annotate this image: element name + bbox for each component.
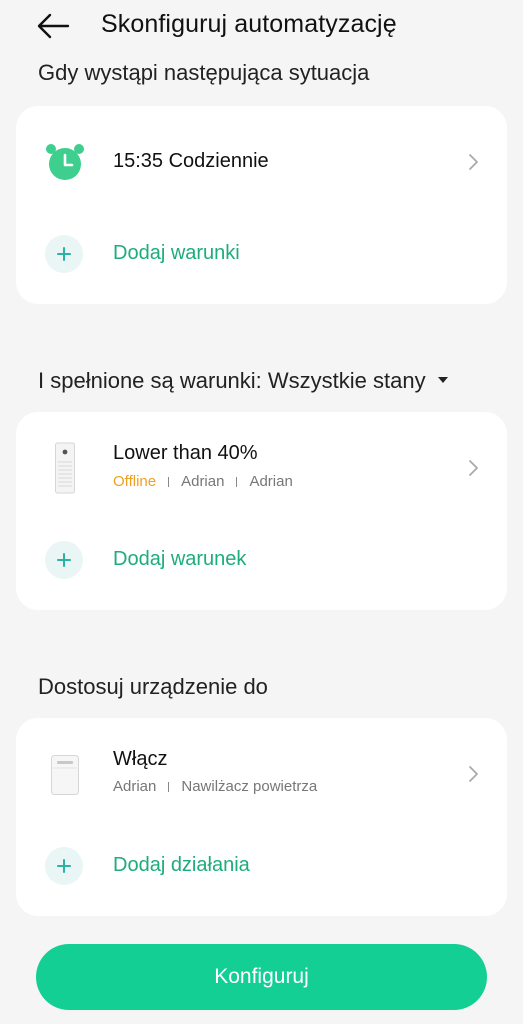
room-name: Adrian: [181, 473, 225, 490]
chevron-right-icon: [467, 764, 481, 784]
home-name: Adrian: [249, 473, 293, 490]
add-action-label: Dodaj działania: [113, 854, 250, 876]
header-bar: Skonfiguruj automatyzację: [0, 0, 523, 54]
action-item-row[interactable]: Włącz Adrian Nawilżacz powietrza: [16, 734, 507, 814]
condition-mode-label: I spełnione są warunki: Wszystkie stany: [38, 368, 426, 393]
plus-icon: [45, 235, 83, 273]
device-name: Nawilżacz powietrza: [181, 778, 318, 795]
offline-status: Offline: [113, 473, 157, 490]
plus-icon: [45, 847, 83, 885]
configure-button[interactable]: Konfiguruj: [36, 944, 487, 1010]
chevron-right-icon: [467, 152, 481, 172]
plus-icon: [45, 541, 83, 579]
chevron-right-icon: [467, 458, 481, 478]
condition-section-title[interactable]: I spełnione są warunki: Wszystkie stany: [38, 368, 448, 394]
action-card: Włącz Adrian Nawilżacz powietrza Dodaj d…: [16, 718, 507, 916]
add-trigger-row[interactable]: Dodaj warunki: [16, 214, 507, 294]
air-purifier-icon: [54, 442, 76, 494]
back-arrow-icon[interactable]: [36, 12, 72, 40]
configure-button-label: Konfiguruj: [214, 965, 309, 988]
trigger-section-title: Gdy wystąpi następująca sytuacja: [38, 60, 370, 85]
humidifier-icon: [50, 754, 80, 796]
caret-down-icon: [437, 377, 448, 384]
add-action-row[interactable]: Dodaj działania: [16, 826, 507, 906]
separator: [236, 476, 238, 487]
add-condition-row[interactable]: Dodaj warunek: [16, 520, 507, 600]
condition-label: Lower than 40%: [113, 442, 258, 464]
action-section-title: Dostosuj urządzenie do: [38, 674, 268, 699]
separator: [168, 781, 170, 792]
condition-card: Lower than 40% Offline Adrian Adrian Dod…: [16, 412, 507, 610]
add-condition-label: Dodaj warunek: [113, 548, 247, 570]
alarm-clock-icon: [45, 142, 85, 182]
condition-item-row[interactable]: Lower than 40% Offline Adrian Adrian: [16, 428, 507, 508]
add-trigger-label: Dodaj warunki: [113, 242, 240, 264]
condition-meta: Offline Adrian Adrian: [113, 473, 293, 490]
page-title: Skonfiguruj automatyzację: [101, 10, 397, 38]
trigger-time-label: 15:35 Codziennie: [113, 150, 269, 172]
action-label: Włącz: [113, 748, 168, 770]
separator: [168, 476, 170, 487]
room-name: Adrian: [113, 778, 157, 795]
trigger-item-row[interactable]: 15:35 Codziennie: [16, 122, 507, 202]
action-meta: Adrian Nawilżacz powietrza: [113, 778, 317, 795]
trigger-card: 15:35 Codziennie Dodaj warunki: [16, 106, 507, 304]
